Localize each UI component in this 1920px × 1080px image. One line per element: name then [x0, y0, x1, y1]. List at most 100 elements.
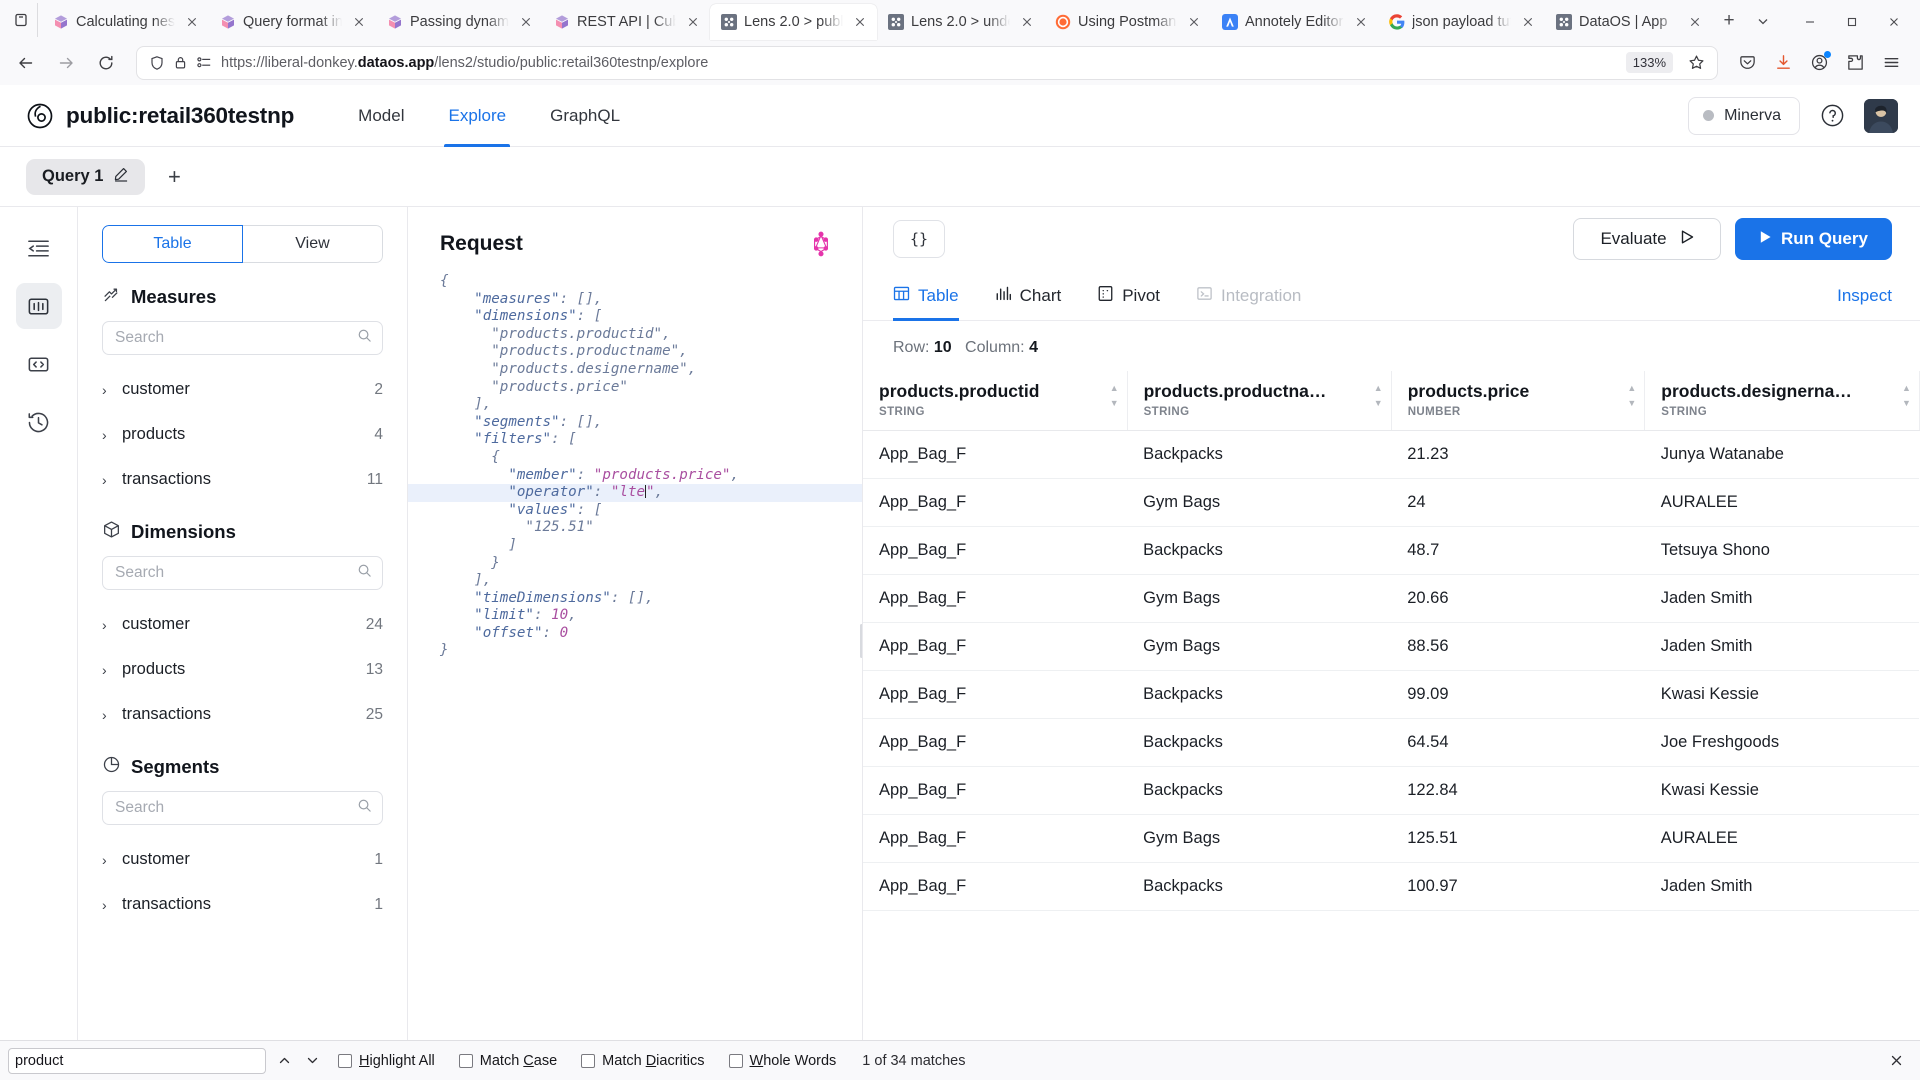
browser-tab[interactable]: REST API | Cube	[543, 4, 710, 40]
tab-list-icon[interactable]	[4, 3, 38, 37]
window-minimize-button[interactable]	[1790, 8, 1830, 36]
environment-selector[interactable]: Minerva	[1688, 96, 1800, 135]
column-header[interactable]: products.designerna… STRING ▲ ▼	[1644, 371, 1920, 431]
evaluate-button[interactable]: Evaluate	[1573, 218, 1722, 260]
tree-item[interactable]: › products 4	[102, 412, 383, 457]
table-row[interactable]: App_Bag_F Backpacks 48.7 Tetsuya Shono	[863, 526, 1920, 575]
checkbox[interactable]	[458, 1053, 473, 1068]
tab-close-icon[interactable]	[516, 12, 536, 32]
tab-close-icon[interactable]	[1685, 12, 1705, 32]
tree-item[interactable]: › transactions 1	[102, 882, 383, 927]
find-option-highlight-all[interactable]: Highlight All	[326, 1053, 447, 1069]
table-row[interactable]: App_Bag_F Backpacks 100.97 Jaden Smith	[863, 862, 1920, 911]
json-view-button[interactable]: {}	[893, 220, 945, 258]
account-icon[interactable]	[1802, 46, 1836, 80]
collapse-panel-icon[interactable]	[16, 225, 62, 271]
pencil-icon[interactable]	[113, 166, 129, 187]
zoom-level-badge[interactable]: 133%	[1625, 52, 1673, 73]
result-tab-chart[interactable]: Chart	[977, 271, 1080, 320]
tree-item[interactable]: › customer 1	[102, 837, 383, 882]
chevron-right-icon[interactable]: ›	[102, 897, 122, 913]
chevron-right-icon[interactable]: ›	[102, 472, 122, 488]
chevron-right-icon[interactable]: ›	[102, 382, 122, 398]
window-maximize-button[interactable]	[1832, 8, 1872, 36]
query-tab-query-1[interactable]: Query 1	[26, 158, 146, 195]
chevron-right-icon[interactable]: ›	[102, 852, 122, 868]
run-query-button[interactable]: Run Query	[1735, 218, 1892, 260]
back-arrow-icon[interactable]	[8, 45, 44, 81]
checkbox[interactable]	[338, 1053, 352, 1068]
results-table-container[interactable]: products.productid STRING ▲ ▼ products.produ…	[863, 371, 1920, 1040]
chevron-right-icon[interactable]: ›	[102, 707, 122, 723]
tab-close-icon[interactable]	[850, 12, 870, 32]
find-option-whole-words[interactable]: Whole Words	[717, 1053, 849, 1069]
tree-item[interactable]: › products 13	[102, 647, 383, 692]
url-bar[interactable]: https://liberal-donkey.dataos.app/lens2/…	[136, 45, 1718, 80]
browser-tab[interactable]: Passing dynamic	[376, 4, 543, 40]
menu-icon[interactable]	[1874, 46, 1908, 80]
find-next-button[interactable]	[298, 1048, 326, 1074]
browser-tab[interactable]: Annotely Editor	[1211, 4, 1378, 40]
downloads-icon[interactable]	[1766, 46, 1800, 80]
sort-toggle-icon[interactable]: ▲ ▼	[1627, 384, 1636, 408]
tab-list-chevron-down-icon[interactable]	[1746, 4, 1780, 38]
toggle-table[interactable]: Table	[102, 225, 243, 263]
url-text[interactable]: https://liberal-donkey.dataos.app/lens2/…	[221, 55, 1618, 71]
table-row[interactable]: App_Bag_F Gym Bags 88.56 Jaden Smith	[863, 622, 1920, 671]
column-header[interactable]: products.price NUMBER ▲ ▼	[1391, 371, 1646, 431]
table-row[interactable]: App_Bag_F Backpacks 99.09 Kwasi Kessie	[863, 670, 1920, 719]
data-model-icon[interactable]	[15, 283, 62, 329]
chevron-right-icon[interactable]: ›	[102, 662, 122, 678]
browser-tab[interactable]: Lens 2.0 > public	[710, 4, 877, 40]
chevron-right-icon[interactable]: ›	[102, 427, 122, 443]
inspect-link[interactable]: Inspect	[1837, 286, 1892, 306]
tab-close-icon[interactable]	[1184, 12, 1204, 32]
checkbox[interactable]	[728, 1053, 743, 1068]
table-row[interactable]: App_Bag_F Gym Bags 24 AURALEE	[863, 478, 1920, 527]
table-row[interactable]: App_Bag_F Backpacks 122.84 Kwasi Kessie	[863, 766, 1920, 815]
history-icon[interactable]	[16, 399, 62, 445]
browser-tab[interactable]: Lens 2.0 > undef	[877, 4, 1044, 40]
nav-tab-graphql[interactable]: GraphQL	[528, 85, 642, 146]
new-tab-button[interactable]: +	[1712, 4, 1746, 38]
toggle-view[interactable]: View	[243, 225, 383, 263]
browser-tab[interactable]: json payload tuto	[1378, 4, 1545, 40]
search-input[interactable]: Search	[102, 791, 383, 825]
checkbox[interactable]	[581, 1053, 596, 1068]
chevron-right-icon[interactable]: ›	[102, 617, 122, 633]
help-circle-icon[interactable]	[1818, 102, 1846, 130]
close-icon[interactable]	[1882, 1048, 1910, 1074]
graphql-icon[interactable]	[806, 229, 836, 259]
forward-arrow-icon[interactable]	[48, 45, 84, 81]
add-query-button[interactable]: +	[153, 160, 195, 194]
result-tab-pivot[interactable]: Pivot	[1079, 271, 1178, 320]
tab-close-icon[interactable]	[683, 12, 703, 32]
tree-item[interactable]: › transactions 11	[102, 457, 383, 502]
code-icon[interactable]	[16, 341, 62, 387]
tab-close-icon[interactable]	[1351, 12, 1371, 32]
find-option-match-diacritics[interactable]: Match Diacritics	[569, 1053, 716, 1069]
sort-toggle-icon[interactable]: ▲ ▼	[1110, 384, 1119, 408]
tab-close-icon[interactable]	[349, 12, 369, 32]
search-input[interactable]: Search	[102, 556, 383, 590]
browser-tab[interactable]: Calculating nest	[42, 4, 209, 40]
tab-close-icon[interactable]	[1017, 12, 1037, 32]
result-tab-table[interactable]: Table	[893, 271, 977, 321]
column-header[interactable]: products.productna… STRING ▲ ▼	[1127, 371, 1392, 431]
nav-tab-explore[interactable]: Explore	[426, 85, 528, 147]
browser-tab[interactable]: Query format in	[209, 4, 376, 40]
tab-close-icon[interactable]	[182, 12, 202, 32]
column-header[interactable]: products.productid STRING ▲ ▼	[863, 371, 1128, 431]
browser-tab[interactable]: Using Postman	[1044, 4, 1211, 40]
browser-tab[interactable]: DataOS | App	[1545, 4, 1712, 40]
table-row[interactable]: App_Bag_F Gym Bags 20.66 Jaden Smith	[863, 574, 1920, 623]
bookmark-star-icon[interactable]	[1683, 50, 1709, 76]
table-row[interactable]: App_Bag_F Backpacks 21.23 Junya Watanabe	[863, 430, 1920, 479]
nav-tab-model[interactable]: Model	[336, 85, 426, 146]
tree-item[interactable]: › customer 24	[102, 602, 383, 647]
sort-toggle-icon[interactable]: ▲ ▼	[1902, 384, 1911, 408]
find-input[interactable]: product	[8, 1047, 266, 1074]
pocket-icon[interactable]	[1730, 46, 1764, 80]
tree-item[interactable]: › transactions 25	[102, 692, 383, 737]
window-close-button[interactable]	[1874, 8, 1914, 36]
